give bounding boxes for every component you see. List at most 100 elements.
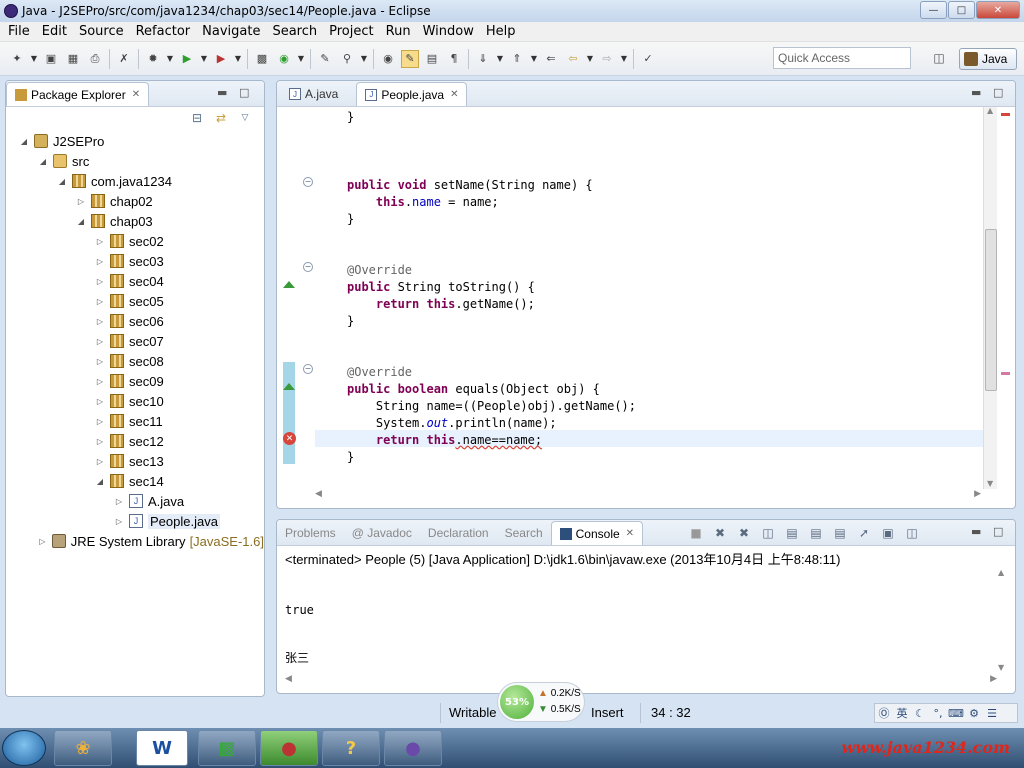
collapsed-icon[interactable]: ▷ bbox=[75, 197, 87, 206]
collapsed-icon[interactable]: ▷ bbox=[113, 497, 125, 506]
collapsed-icon[interactable]: ▷ bbox=[113, 517, 125, 526]
show-on-output-icon[interactable]: ▤ bbox=[807, 524, 825, 542]
tab-javadoc[interactable]: @ Javadoc bbox=[344, 521, 420, 545]
minimize-view-icon[interactable]: ▬ bbox=[971, 86, 981, 99]
collapsed-icon[interactable]: ▷ bbox=[94, 377, 106, 386]
scroll-left-icon[interactable]: ◀ bbox=[315, 489, 322, 499]
new-dropdown-icon[interactable]: ▼ bbox=[30, 50, 38, 68]
ime-moon-icon[interactable]: ☾ bbox=[911, 707, 929, 720]
expanded-icon[interactable]: ◢ bbox=[37, 157, 49, 166]
scroll-right-icon[interactable]: ▶ bbox=[990, 674, 997, 684]
expanded-icon[interactable]: ◢ bbox=[94, 477, 106, 486]
tree-item-src[interactable]: ◢ src bbox=[6, 151, 264, 171]
back-dropdown-icon[interactable]: ▼ bbox=[586, 50, 594, 68]
minimize-button[interactable]: — bbox=[920, 1, 947, 19]
display-console-icon[interactable]: ▣ bbox=[879, 524, 897, 542]
taskbar-help-icon[interactable]: ? bbox=[322, 730, 380, 766]
tree-item-package[interactable]: ▷ sec12 bbox=[6, 431, 264, 451]
open-task-icon[interactable]: ◉ bbox=[379, 50, 397, 68]
toggle-breakpoint-icon[interactable]: ✗ bbox=[115, 50, 133, 68]
menu-search[interactable]: Search bbox=[266, 22, 323, 42]
ime-keyboard-icon[interactable]: ⌨ bbox=[947, 707, 965, 720]
terminate-icon[interactable]: ■ bbox=[687, 524, 705, 542]
tab-people-java[interactable]: J People.java ✕ bbox=[356, 82, 468, 106]
collapsed-icon[interactable]: ▷ bbox=[37, 537, 48, 546]
taskbar-recorder-icon[interactable]: ● bbox=[260, 730, 318, 766]
menu-source[interactable]: Source bbox=[73, 22, 130, 42]
tree-item-package[interactable]: ◢ sec14 bbox=[6, 471, 264, 491]
scroll-left-icon[interactable]: ◀ bbox=[285, 674, 292, 684]
close-icon[interactable]: ✕ bbox=[450, 89, 458, 100]
tree-item-package[interactable]: ▷ sec10 bbox=[6, 391, 264, 411]
taskbar-app-icon[interactable]: ❀ bbox=[54, 730, 112, 766]
external-tools-icon[interactable]: ▶ bbox=[212, 50, 230, 68]
remove-all-terminated-icon[interactable]: ✖ bbox=[735, 524, 753, 542]
tree-item-package[interactable]: ◢ chap03 bbox=[6, 211, 264, 231]
scroll-up-icon[interactable]: ▲ bbox=[998, 568, 1004, 577]
open-type-icon[interactable]: ✎ bbox=[316, 50, 334, 68]
search-icon[interactable]: ⚲ bbox=[338, 50, 356, 68]
back-icon[interactable]: ⇦ bbox=[564, 50, 582, 68]
open-console-icon[interactable]: ◫ bbox=[903, 524, 921, 542]
ime-punctuation-icon[interactable]: °, bbox=[929, 707, 947, 720]
pin-console-icon[interactable]: ➚ bbox=[855, 524, 873, 542]
close-icon[interactable]: ✕ bbox=[626, 528, 634, 539]
collapsed-icon[interactable]: ▷ bbox=[94, 437, 106, 446]
tab-declaration[interactable]: Declaration bbox=[420, 521, 497, 545]
external-tools-dropdown-icon[interactable]: ▼ bbox=[234, 50, 242, 68]
scroll-lock-icon[interactable]: ▤ bbox=[783, 524, 801, 542]
new-java-class-icon[interactable]: ◉ bbox=[275, 50, 293, 68]
collapse-all-icon[interactable]: ⊟ bbox=[188, 109, 206, 127]
fold-icon[interactable]: − bbox=[303, 177, 313, 187]
menu-project[interactable]: Project bbox=[323, 22, 379, 42]
collapsed-icon[interactable]: ▷ bbox=[94, 317, 106, 326]
run-icon[interactable]: ▶ bbox=[178, 50, 196, 68]
occurrence-marker[interactable] bbox=[1001, 372, 1010, 375]
scroll-down-icon[interactable]: ▼ bbox=[998, 663, 1004, 672]
ime-logo-icon[interactable]: Ⓞ bbox=[875, 705, 893, 721]
menu-file[interactable]: File bbox=[2, 22, 36, 42]
menu-window[interactable]: Window bbox=[417, 22, 480, 42]
mark-occurrences-icon[interactable]: ✎ bbox=[401, 49, 419, 68]
tree-item-package[interactable]: ◢ com.java1234 bbox=[6, 171, 264, 191]
view-menu-icon[interactable]: ▽ bbox=[236, 109, 254, 127]
console-vertical-scrollbar[interactable]: ▲ ▼ bbox=[995, 568, 1009, 672]
error-marker[interactable] bbox=[1001, 113, 1010, 116]
next-annotation-icon[interactable]: ⇓ bbox=[474, 50, 492, 68]
link-with-editor-icon[interactable]: ⇄ bbox=[212, 109, 230, 127]
last-edit-location-icon[interactable]: ⇐ bbox=[542, 50, 560, 68]
tree-item-package[interactable]: ▷ sec09 bbox=[6, 371, 264, 391]
show-on-error-icon[interactable]: ▤ bbox=[831, 524, 849, 542]
collapsed-icon[interactable]: ▷ bbox=[94, 297, 106, 306]
menu-run[interactable]: Run bbox=[380, 22, 417, 42]
overview-ruler[interactable] bbox=[999, 107, 1013, 489]
tree-item-package[interactable]: ▷ sec07 bbox=[6, 331, 264, 351]
collapsed-icon[interactable]: ▷ bbox=[94, 337, 106, 346]
search-dropdown-icon[interactable]: ▼ bbox=[360, 50, 368, 68]
tree-item-package[interactable]: ▷ sec13 bbox=[6, 451, 264, 471]
tree-item-package[interactable]: ▷ sec04 bbox=[6, 271, 264, 291]
expanded-icon[interactable]: ◢ bbox=[56, 177, 68, 186]
maximize-button[interactable]: □ bbox=[948, 1, 975, 19]
scroll-up-icon[interactable]: ▲ bbox=[987, 106, 993, 115]
tree-item-package[interactable]: ▷ sec02 bbox=[6, 231, 264, 251]
run-dropdown-icon[interactable]: ▼ bbox=[200, 50, 208, 68]
pin-editor-icon[interactable]: ✓ bbox=[639, 50, 657, 68]
maximize-view-icon[interactable]: □ bbox=[993, 525, 1003, 538]
collapsed-icon[interactable]: ▷ bbox=[94, 417, 106, 426]
tree-item-package[interactable]: ▷ sec08 bbox=[6, 351, 264, 371]
start-button[interactable] bbox=[2, 730, 46, 766]
fold-icon[interactable]: − bbox=[303, 262, 313, 272]
tab-a-java[interactable]: J A.java bbox=[281, 82, 346, 106]
collapsed-icon[interactable]: ▷ bbox=[94, 457, 106, 466]
java-perspective-button[interactable]: Java bbox=[959, 48, 1017, 70]
minimize-view-icon[interactable]: ▬ bbox=[217, 86, 227, 99]
tree-item-java-file[interactable]: ▷ J A.java bbox=[6, 491, 264, 511]
close-icon[interactable]: ✕ bbox=[132, 89, 140, 100]
taskbar-eclipse-icon[interactable]: ● bbox=[384, 730, 442, 766]
console-horizontal-scrollbar[interactable]: ◀ ▶ bbox=[285, 674, 997, 688]
fold-icon[interactable]: − bbox=[303, 364, 313, 374]
maximize-view-icon[interactable]: □ bbox=[239, 86, 249, 99]
block-selection-icon[interactable]: ▤ bbox=[423, 50, 441, 68]
show-whitespace-icon[interactable]: ¶ bbox=[445, 50, 463, 68]
